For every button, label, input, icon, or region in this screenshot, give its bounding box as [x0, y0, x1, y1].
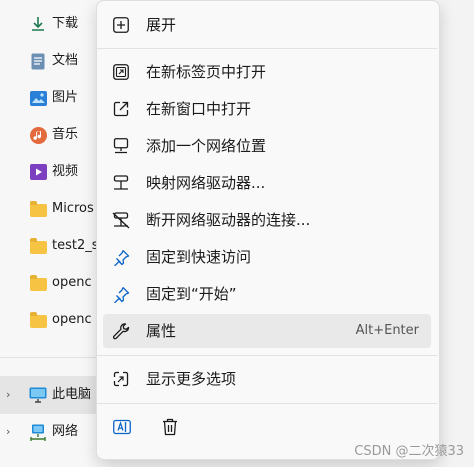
menu-item-show-more-options[interactable]: 显示更多选项 — [103, 362, 431, 396]
menu-item-label: 固定到快速访问 — [146, 248, 252, 266]
nav-item-label: 下载 — [52, 16, 79, 31]
menu-divider — [97, 48, 437, 49]
chevron-right-icon[interactable]: › — [6, 425, 10, 438]
add-network-location-icon — [112, 137, 130, 155]
computer-icon — [29, 386, 47, 404]
open-new-window-icon — [112, 100, 130, 118]
menu-item-label: 断开网络驱动器的连接... — [146, 211, 311, 229]
menu-item-add-network-location[interactable]: 添加一个网络位置 — [103, 129, 431, 163]
disconnect-network-drive-icon — [112, 211, 130, 229]
folder-icon — [29, 311, 47, 329]
nav-item-label: 此电脑 — [52, 387, 92, 402]
nav-item-folder[interactable]: test2_s — [0, 231, 110, 261]
menu-divider — [97, 355, 437, 356]
nav-divider — [0, 357, 110, 358]
context-menu: 展开 在新标签页中打开 在新窗口中打开 添加一个网络位置 映射网络驱动器... … — [96, 0, 440, 460]
menu-divider — [97, 403, 437, 404]
show-more-options-icon — [112, 370, 130, 388]
expand-icon — [112, 16, 130, 34]
nav-item-folder[interactable]: Micros — [0, 194, 110, 224]
nav-item-label: openc — [52, 312, 92, 327]
trash-icon — [162, 418, 178, 436]
menu-item-pin-quick-access[interactable]: 固定到快速访问 — [103, 240, 431, 274]
menu-item-label: 固定到“开始” — [146, 285, 237, 303]
menu-item-open-new-tab[interactable]: 在新标签页中打开 — [103, 55, 431, 89]
nav-item-folder[interactable]: openc — [0, 268, 110, 298]
nav-item-this-pc[interactable]: › 此电脑 — [0, 380, 110, 410]
pictures-icon — [29, 89, 47, 107]
menu-item-open-new-window[interactable]: 在新窗口中打开 — [103, 92, 431, 126]
nav-item-label: 网络 — [52, 424, 79, 439]
menu-item-properties[interactable]: 属性 Alt+Enter — [103, 314, 431, 348]
nav-item-label: openc — [52, 275, 92, 290]
nav-item-network[interactable]: › 网络 — [0, 417, 110, 447]
menu-item-label: 添加一个网络位置 — [146, 137, 267, 155]
wrench-icon — [112, 322, 130, 340]
folder-icon — [29, 237, 47, 255]
nav-item-label: 文档 — [52, 53, 79, 68]
pin-icon — [112, 248, 130, 266]
rename-button[interactable] — [109, 414, 135, 440]
menu-item-label: 属性 — [146, 322, 177, 340]
network-icon — [29, 423, 47, 441]
navigation-pane: 下载 文档 图片 音乐 视频 Micros test2_s openc open… — [0, 0, 110, 467]
menu-item-expand[interactable]: 展开 — [103, 8, 431, 42]
menu-item-pin-start[interactable]: 固定到“开始” — [103, 277, 431, 311]
nav-item-label: 音乐 — [52, 127, 79, 142]
pin-icon — [112, 285, 130, 303]
folder-icon — [29, 274, 47, 292]
menu-item-label: 映射网络驱动器... — [146, 174, 266, 192]
document-icon — [29, 52, 47, 70]
nav-item-folder[interactable]: openc — [0, 305, 110, 335]
menu-item-label: 显示更多选项 — [146, 370, 237, 388]
menu-item-label: 在新窗口中打开 — [146, 100, 252, 118]
shortcut-label: Alt+Enter — [355, 323, 419, 338]
watermark: CSDN @二次猿33 — [354, 444, 464, 459]
open-new-tab-icon — [112, 63, 130, 81]
menu-item-label: 在新标签页中打开 — [146, 63, 267, 81]
nav-item-pictures[interactable]: 图片 — [0, 83, 110, 113]
download-icon — [29, 15, 47, 33]
music-icon — [29, 126, 47, 144]
menu-item-disconnect-network-drive[interactable]: 断开网络驱动器的连接... — [103, 203, 431, 237]
nav-item-label: 视频 — [52, 164, 79, 179]
nav-item-label: 图片 — [52, 90, 79, 105]
nav-item-downloads[interactable]: 下载 — [0, 9, 110, 39]
nav-item-label: test2_s — [52, 238, 99, 253]
chevron-right-icon[interactable]: › — [6, 388, 10, 401]
nav-item-videos[interactable]: 视频 — [0, 157, 110, 187]
menu-item-label: 展开 — [146, 16, 177, 34]
nav-item-music[interactable]: 音乐 — [0, 120, 110, 150]
nav-item-label: Micros — [52, 201, 94, 216]
menu-item-map-network-drive[interactable]: 映射网络驱动器... — [103, 166, 431, 200]
rename-icon — [113, 418, 131, 436]
map-network-drive-icon — [112, 174, 130, 192]
nav-item-documents[interactable]: 文档 — [0, 46, 110, 76]
folder-icon — [29, 200, 47, 218]
delete-button[interactable] — [157, 414, 183, 440]
video-icon — [29, 163, 47, 181]
